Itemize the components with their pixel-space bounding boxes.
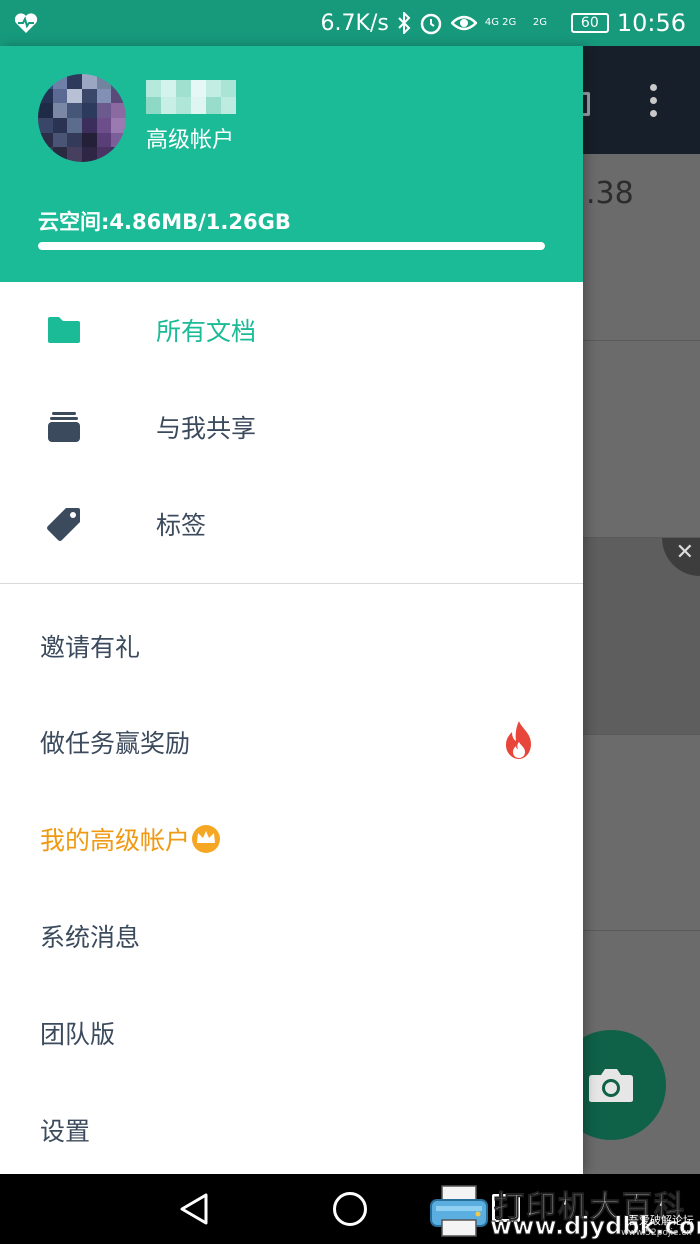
- menu-item-my-premium[interactable]: 我的高级帐户: [0, 791, 583, 887]
- bluetooth-icon: [398, 12, 411, 34]
- printer-logo-icon: [430, 1185, 488, 1237]
- health-heart-icon: [14, 13, 38, 34]
- account-type-label: 高级帐户: [146, 128, 235, 153]
- storage-usage-label: 云空间:4.86MB/1.26GB: [38, 210, 291, 234]
- battery-icon: 60: [570, 13, 609, 33]
- menu-item-label: 做任务赢奖励: [40, 729, 191, 758]
- nav-item-label: 标签: [156, 511, 207, 540]
- tag-icon: [47, 508, 80, 541]
- watermark-forum: 吾爱破解论坛: [628, 1214, 694, 1227]
- navigation-drawer: 高级帐户 云空间:4.86MB/1.26GB 所有文档 与我共享 标签 邀请有礼…: [0, 46, 583, 1174]
- menu-item-label: 我的高级帐户: [40, 826, 191, 855]
- avatar[interactable]: [38, 74, 126, 162]
- username-redacted: [146, 80, 236, 114]
- drawer-header: 高级帐户 云空间:4.86MB/1.26GB: [0, 46, 583, 282]
- nav-item-tags[interactable]: 标签: [0, 476, 583, 572]
- menu-item-label-container: 我的高级帐户: [40, 821, 221, 857]
- clock: 10:56: [616, 9, 686, 37]
- crown-icon: [192, 825, 221, 853]
- drawer-divider: [0, 583, 583, 584]
- folder-icon: [48, 317, 80, 343]
- storage-progress-bar: [38, 242, 545, 250]
- back-icon[interactable]: [178, 1192, 210, 1226]
- background-divider: [583, 734, 700, 735]
- watermark: 打印机大百科 www.djydbk.com 吾爱破解论坛 www.52pojie…: [424, 1176, 700, 1244]
- ad-close-icon: ✕: [662, 538, 700, 576]
- more-menu-icon: [650, 84, 658, 120]
- home-icon[interactable]: [333, 1192, 367, 1226]
- shared-stack-icon: [48, 412, 80, 442]
- menu-item-system-messages[interactable]: 系统消息: [0, 888, 583, 984]
- signal-icon-sim2: 2G: [532, 17, 547, 28]
- eye-comfort-icon: [450, 15, 477, 31]
- fire-icon: [506, 721, 531, 759]
- menu-item-team-edition[interactable]: 团队版: [0, 985, 583, 1081]
- status-bar: 6.7K/s 4G 2G 2G 60 10:56: [0, 0, 700, 46]
- menu-item-label: 设置: [40, 1117, 91, 1146]
- network-speed: 6.7K/s: [320, 10, 389, 36]
- menu-item-label: 系统消息: [40, 923, 141, 952]
- nav-item-shared-with-me[interactable]: 与我共享: [0, 379, 583, 475]
- background-divider: [583, 930, 700, 931]
- menu-item-label: 团队版: [40, 1020, 116, 1049]
- storage-progress-fill: [38, 242, 545, 250]
- watermark-forum-url: www.52pojie.cn: [621, 1228, 692, 1238]
- menu-item-invite-rewards[interactable]: 邀请有礼: [0, 598, 583, 694]
- menu-item-settings[interactable]: 设置: [0, 1082, 583, 1178]
- background-card-text: .38: [586, 176, 634, 211]
- avatar-image: [38, 74, 126, 162]
- nav-item-all-documents[interactable]: 所有文档: [0, 282, 583, 378]
- camera-icon: [589, 1069, 633, 1102]
- background-divider: [583, 340, 700, 341]
- background-ad-banner: ✕: [583, 538, 700, 734]
- menu-item-label: 邀请有礼: [40, 633, 141, 662]
- signal-icon-sim1: 4G 2G: [484, 17, 517, 28]
- nav-item-label: 与我共享: [156, 414, 257, 443]
- nav-item-label: 所有文档: [156, 317, 257, 346]
- alarm-icon: [420, 13, 442, 35]
- menu-item-tasks-rewards[interactable]: 做任务赢奖励: [0, 694, 583, 790]
